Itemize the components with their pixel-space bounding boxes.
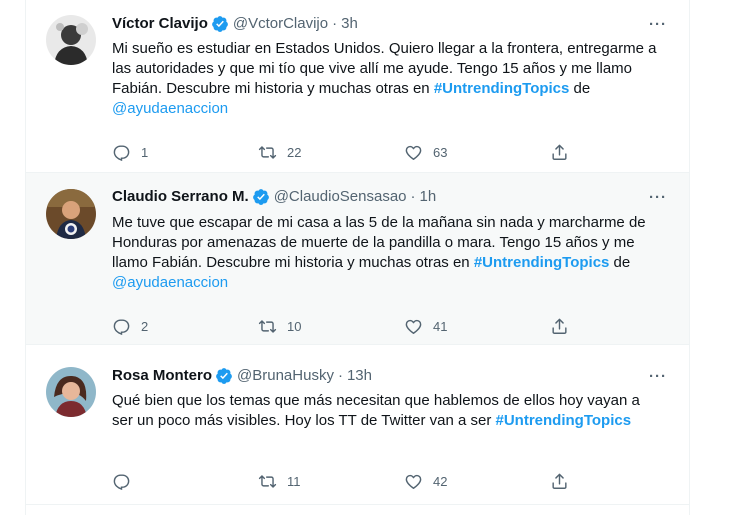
- display-name[interactable]: Víctor Clavijo: [112, 14, 208, 34]
- tweet[interactable]: Víctor Clavijo @VctorClavijo · 3h ··· Mi…: [26, 0, 689, 173]
- more-options-icon[interactable]: ···: [649, 369, 667, 384]
- avatar[interactable]: [46, 367, 96, 417]
- tweet-actions: 11 42: [112, 471, 657, 491]
- retweet-count: 10: [287, 318, 302, 334]
- mention-link[interactable]: @ayudaenaccion: [112, 274, 228, 291]
- like-count: 42: [433, 473, 448, 489]
- reply-icon: [113, 318, 130, 335]
- handle[interactable]: @ClaudioSensasao: [274, 187, 407, 207]
- tweet-header: Rosa Montero @BrunaHusky · 13h: [112, 366, 372, 386]
- reply-count: 1: [141, 144, 149, 160]
- tweet-text: Qué bien que los temas que más necesitan…: [112, 391, 657, 431]
- like-count: 41: [433, 318, 448, 334]
- connector-text: de: [609, 254, 631, 271]
- timestamp[interactable]: 13h: [347, 366, 372, 386]
- tweet-text: Mi sueño es estudiar en Estados Unidos. …: [112, 39, 657, 119]
- share-icon: [552, 144, 567, 160]
- share-button[interactable]: [550, 471, 569, 491]
- mention-link[interactable]: @ayudaenaccion: [112, 100, 228, 117]
- reply-button[interactable]: 1: [112, 142, 148, 162]
- like-button[interactable]: 63: [404, 142, 447, 162]
- avatar[interactable]: [46, 189, 96, 239]
- reply-button[interactable]: [112, 471, 141, 491]
- more-options-icon[interactable]: ···: [649, 190, 667, 205]
- heart-icon: [405, 319, 422, 334]
- separator: ·: [337, 367, 343, 384]
- reply-icon: [113, 144, 130, 161]
- tweet-actions: 2 10 41: [112, 316, 657, 336]
- retweet-count: 22: [287, 144, 302, 160]
- like-button[interactable]: 41: [404, 316, 447, 336]
- reply-icon: [113, 473, 130, 490]
- heart-icon: [405, 145, 422, 160]
- verified-icon: [252, 188, 270, 206]
- hashtag-link[interactable]: #UntrendingTopics: [496, 412, 632, 429]
- share-icon: [552, 473, 567, 489]
- tweet[interactable]: Claudio Serrano M. @ClaudioSensasao · 1h…: [26, 173, 689, 345]
- avatar[interactable]: [46, 15, 96, 65]
- retweet-button[interactable]: 22: [258, 142, 301, 162]
- heart-icon: [405, 474, 422, 489]
- tweet-header: Víctor Clavijo @VctorClavijo · 3h: [112, 14, 358, 34]
- reply-count: 2: [141, 318, 149, 334]
- separator: ·: [410, 188, 416, 205]
- display-name[interactable]: Rosa Montero: [112, 366, 212, 386]
- verified-icon: [215, 367, 233, 385]
- tweet-header: Claudio Serrano M. @ClaudioSensasao · 1h: [112, 187, 436, 207]
- like-count: 63: [433, 144, 448, 160]
- separator: ·: [332, 15, 338, 32]
- tweet-text: Me tuve que escapar de mi casa a las 5 d…: [112, 213, 657, 293]
- like-button[interactable]: 42: [404, 471, 447, 491]
- timeline: Víctor Clavijo @VctorClavijo · 3h ··· Mi…: [25, 0, 690, 515]
- handle[interactable]: @BrunaHusky: [237, 366, 334, 386]
- display-name[interactable]: Claudio Serrano M.: [112, 187, 249, 207]
- retweet-button[interactable]: 10: [258, 316, 301, 336]
- retweet-icon: [258, 145, 277, 159]
- timestamp[interactable]: 1h: [420, 187, 437, 207]
- retweet-count: 11: [287, 473, 301, 489]
- verified-icon: [211, 15, 229, 33]
- share-button[interactable]: [550, 142, 569, 162]
- share-icon: [552, 318, 567, 334]
- retweet-icon: [258, 319, 277, 333]
- hashtag-link[interactable]: #UntrendingTopics: [474, 254, 610, 271]
- share-button[interactable]: [550, 316, 569, 336]
- more-options-icon[interactable]: ···: [649, 17, 667, 32]
- tweet-actions: 1 22 63: [112, 142, 657, 162]
- tweet[interactable]: Rosa Montero @BrunaHusky · 13h ··· Qué b…: [26, 345, 689, 505]
- hashtag-link[interactable]: #UntrendingTopics: [434, 80, 570, 97]
- reply-button[interactable]: 2: [112, 316, 148, 336]
- timestamp[interactable]: 3h: [341, 14, 358, 34]
- connector-text: de: [569, 80, 591, 97]
- retweet-icon: [258, 474, 277, 488]
- retweet-button[interactable]: 11: [258, 471, 301, 491]
- handle[interactable]: @VctorClavijo: [233, 14, 328, 34]
